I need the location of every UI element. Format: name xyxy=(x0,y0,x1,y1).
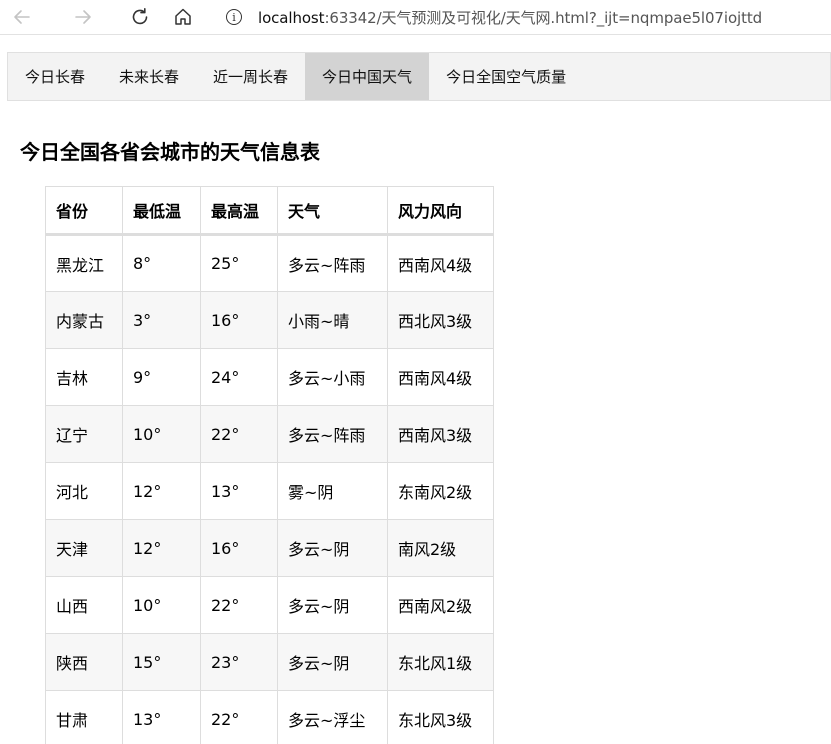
cell-province: 天津 xyxy=(45,519,123,577)
table-row: 河北 12° 13° 雾~阴 东南风2级 xyxy=(45,462,494,520)
nav-item-air-quality[interactable]: 今日全国空气质量 xyxy=(429,53,583,100)
cell-wind: 西南风2级 xyxy=(387,576,494,634)
cell-max-temp: 22° xyxy=(200,690,278,744)
cell-weather: 多云~阴 xyxy=(277,576,388,634)
page-title: 今日全国各省会城市的天气信息表 xyxy=(20,140,320,164)
cell-min-temp: 13° xyxy=(122,690,201,744)
table-row: 辽宁 10° 22° 多云~阵雨 西南风3级 xyxy=(45,405,494,463)
site-nav: 今日长春 未来长春 近一周长春 今日中国天气 今日全国空气质量 xyxy=(7,52,831,101)
header-min-temp: 最低温 xyxy=(122,186,201,236)
cell-weather: 雾~阴 xyxy=(277,462,388,520)
table-header-row: 省份 最低温 最高温 天气 风力风向 xyxy=(45,186,494,236)
cell-wind: 东南风2级 xyxy=(387,462,494,520)
cell-weather: 多云~浮尘 xyxy=(277,690,388,744)
toolbar-divider xyxy=(0,34,831,35)
table-row: 吉林 9° 24° 多云~小雨 西南风4级 xyxy=(45,348,494,406)
cell-wind: 西南风3级 xyxy=(387,405,494,463)
nav-item-china-weather[interactable]: 今日中国天气 xyxy=(305,53,430,100)
cell-province: 陕西 xyxy=(45,633,123,691)
header-max-temp: 最高温 xyxy=(200,186,278,236)
url-text: localhost:63342/天气预测及可视化/天气网.html?_ijt=n… xyxy=(258,7,762,28)
cell-province: 河北 xyxy=(45,462,123,520)
header-weather: 天气 xyxy=(277,186,388,236)
table-row: 黑龙江 8° 25° 多云~阵雨 西南风4级 xyxy=(45,234,494,292)
cell-min-temp: 9° xyxy=(122,348,201,406)
back-button[interactable] xyxy=(8,3,36,31)
cell-max-temp: 16° xyxy=(200,291,278,349)
cell-province: 辽宁 xyxy=(45,405,123,463)
cell-wind: 西北风3级 xyxy=(387,291,494,349)
forward-button[interactable] xyxy=(69,3,97,31)
cell-province: 黑龙江 xyxy=(45,234,123,292)
cell-weather: 多云~阴 xyxy=(277,633,388,691)
address-bar[interactable]: i localhost:63342/天气预测及可视化/天气网.html?_ijt… xyxy=(218,0,762,34)
nav-item-changchun-future[interactable]: 未来长春 xyxy=(102,53,196,100)
table-row: 甘肃 13° 22° 多云~浮尘 东北风3级 xyxy=(45,690,494,744)
table-row: 陕西 15° 23° 多云~阴 东北风1级 xyxy=(45,633,494,691)
browser-toolbar: i localhost:63342/天气预测及可视化/天气网.html?_ijt… xyxy=(0,0,831,34)
cell-min-temp: 10° xyxy=(122,405,201,463)
home-button[interactable] xyxy=(169,3,197,31)
reload-icon xyxy=(132,8,148,25)
url-path: :63342/天气预测及可视化/天气网.html?_ijt=nqmpae5l07… xyxy=(324,8,763,27)
cell-min-temp: 8° xyxy=(122,234,201,292)
cell-weather: 小雨~晴 xyxy=(277,291,388,349)
cell-wind: 西南风4级 xyxy=(387,348,494,406)
cell-province: 吉林 xyxy=(45,348,123,406)
cell-province: 内蒙古 xyxy=(45,291,123,349)
forward-arrow-icon xyxy=(75,10,91,24)
cell-max-temp: 25° xyxy=(200,234,278,292)
weather-table: 省份 最低温 最高温 天气 风力风向 黑龙江 8° 25° 多云~阵雨 西南风4… xyxy=(45,186,494,744)
cell-min-temp: 3° xyxy=(122,291,201,349)
cell-weather: 多云~阵雨 xyxy=(277,405,388,463)
cell-weather: 多云~小雨 xyxy=(277,348,388,406)
table-row: 山西 10° 22° 多云~阴 西南风2级 xyxy=(45,576,494,634)
cell-wind: 西南风4级 xyxy=(387,234,494,292)
cell-max-temp: 13° xyxy=(200,462,278,520)
cell-max-temp: 24° xyxy=(200,348,278,406)
cell-min-temp: 12° xyxy=(122,462,201,520)
cell-weather: 多云~阵雨 xyxy=(277,234,388,292)
cell-max-temp: 22° xyxy=(200,576,278,634)
cell-max-temp: 16° xyxy=(200,519,278,577)
back-arrow-icon xyxy=(14,10,30,24)
cell-max-temp: 23° xyxy=(200,633,278,691)
reload-button[interactable] xyxy=(126,3,154,31)
nav-item-changchun-week[interactable]: 近一周长春 xyxy=(196,53,305,100)
cell-wind: 东北风1级 xyxy=(387,633,494,691)
cell-weather: 多云~阴 xyxy=(277,519,388,577)
cell-min-temp: 10° xyxy=(122,576,201,634)
cell-min-temp: 15° xyxy=(122,633,201,691)
info-icon[interactable]: i xyxy=(226,9,242,25)
header-province: 省份 xyxy=(45,186,123,236)
cell-max-temp: 22° xyxy=(200,405,278,463)
url-host: localhost xyxy=(258,8,325,27)
header-wind: 风力风向 xyxy=(387,186,494,236)
home-icon xyxy=(175,8,191,25)
nav-item-changchun-today[interactable]: 今日长春 xyxy=(8,53,102,100)
cell-wind: 南风2级 xyxy=(387,519,494,577)
cell-min-temp: 12° xyxy=(122,519,201,577)
cell-province: 甘肃 xyxy=(45,690,123,744)
cell-wind: 东北风3级 xyxy=(387,690,494,744)
table-row: 天津 12° 16° 多云~阴 南风2级 xyxy=(45,519,494,577)
cell-province: 山西 xyxy=(45,576,123,634)
table-row: 内蒙古 3° 16° 小雨~晴 西北风3级 xyxy=(45,291,494,349)
